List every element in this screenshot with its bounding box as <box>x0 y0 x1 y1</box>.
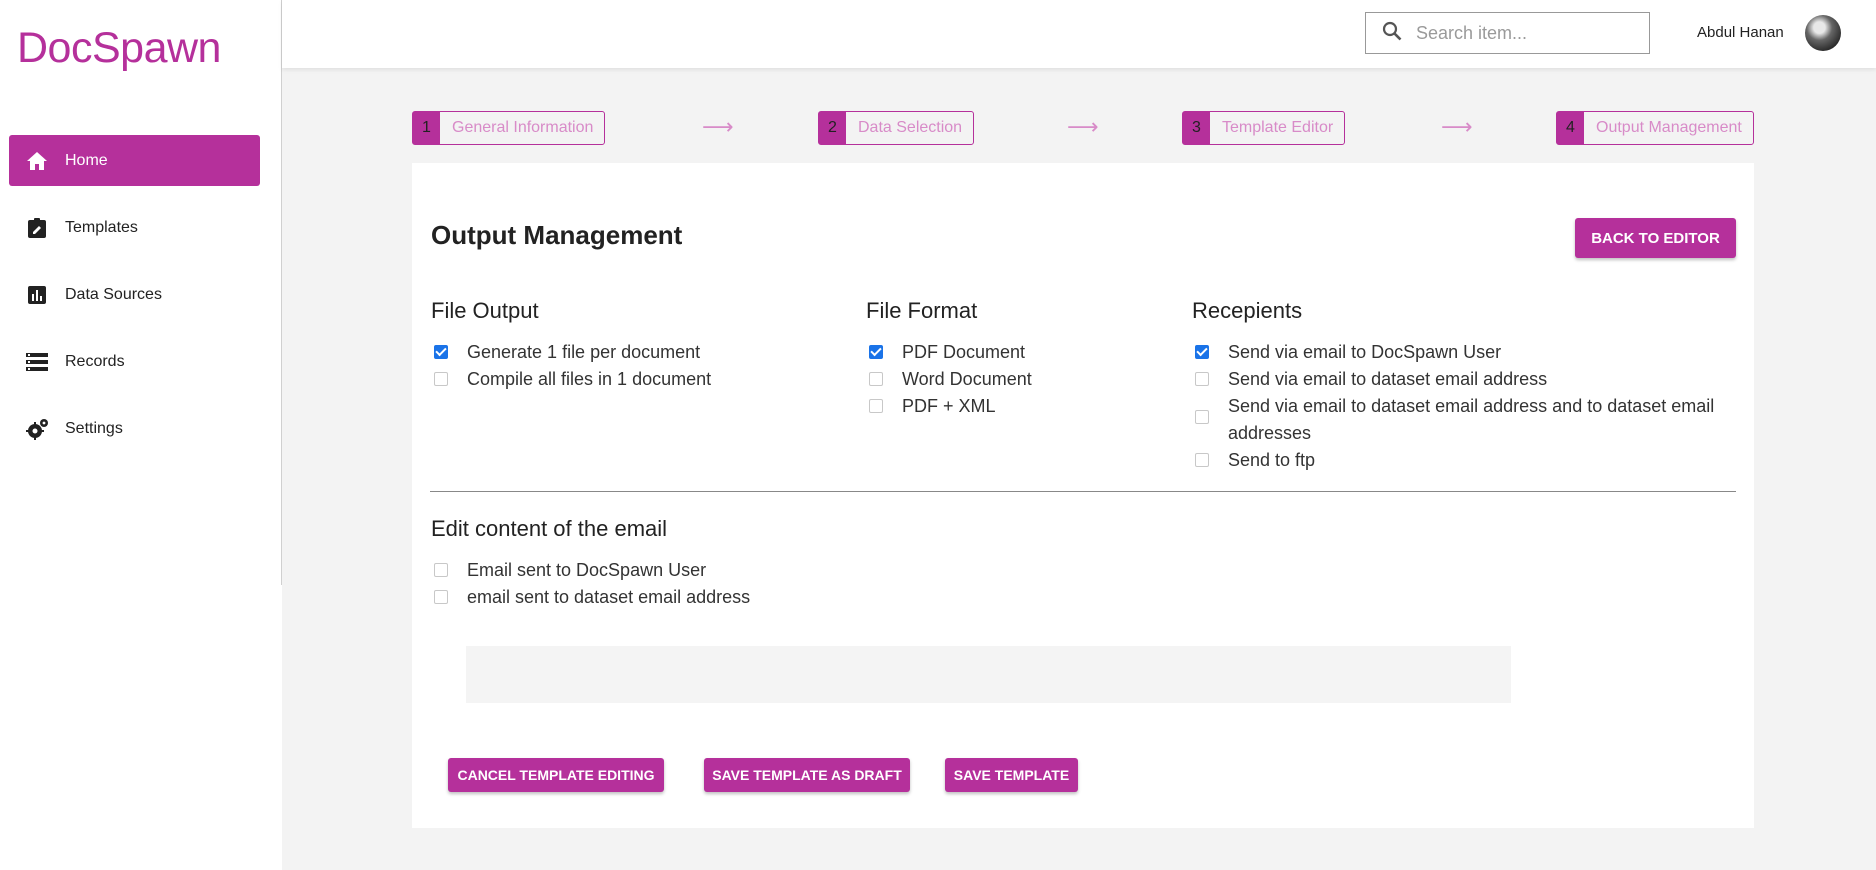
save-template-button[interactable]: SAVE TEMPLATE <box>945 758 1078 792</box>
option-label: Word Document <box>902 369 1032 389</box>
checkbox[interactable] <box>1195 453 1209 467</box>
step-number: 2 <box>819 112 846 144</box>
option-label: Send via email to DocSpawn User <box>1228 342 1502 362</box>
checkbox[interactable] <box>434 590 448 604</box>
search-box[interactable] <box>1365 12 1650 54</box>
step-arrow-icon: ⟶ <box>1067 114 1099 139</box>
sidebar-item-label: Records <box>65 352 125 370</box>
option-label: PDF Document <box>902 342 1026 362</box>
file-format-option[interactable]: PDF + XML <box>869 393 996 420</box>
email-content-heading: Edit content of the email <box>431 516 668 541</box>
sidebar-item-label: Home <box>65 151 108 169</box>
checkbox[interactable] <box>869 372 883 386</box>
save-template-draft-button[interactable]: SAVE TEMPLATE AS DRAFT <box>704 758 910 792</box>
checkbox[interactable] <box>434 372 448 386</box>
recipients-heading: Recepients <box>1192 298 1303 323</box>
back-to-editor-button[interactable]: BACK TO EDITOR <box>1575 218 1736 258</box>
option-label: email sent to dataset email address <box>467 587 751 607</box>
recipient-option[interactable]: Send via email to dataset email address <box>1195 366 1547 393</box>
sidebar-item-data-sources[interactable]: Data Sources <box>9 269 260 320</box>
sidebar-item-records[interactable]: Records <box>9 336 260 387</box>
sidebar-item-label: Templates <box>65 218 138 236</box>
step-number: 1 <box>413 112 440 144</box>
option-label: Send via email to dataset email address <box>1228 369 1548 389</box>
option-label: PDF + XML <box>902 396 996 416</box>
step-number: 4 <box>1557 112 1584 144</box>
option-label: Generate 1 file per document <box>467 342 701 362</box>
step-output-management[interactable]: 4 Output Management <box>1556 111 1754 145</box>
step-data-selection[interactable]: 2 Data Selection <box>818 111 975 145</box>
list-icon <box>25 350 49 374</box>
search-icon <box>1382 21 1402 46</box>
output-management-card: Output Management BACK TO EDITOR File Ou… <box>412 163 1754 828</box>
sidebar: DocSpawn Home Templates Data Sources Rec… <box>0 0 282 870</box>
file-format-option[interactable]: Word Document <box>869 366 1032 393</box>
clipboard-edit-icon <box>25 216 49 240</box>
step-label: Template Editor <box>1222 119 1334 136</box>
file-output-option[interactable]: Compile all files in 1 document <box>434 366 711 393</box>
checkbox[interactable] <box>1195 372 1209 386</box>
checkbox[interactable] <box>434 345 448 359</box>
email-content-option[interactable]: email sent to dataset email address <box>434 584 750 611</box>
app-logo[interactable]: DocSpawn <box>17 24 221 73</box>
avatar[interactable] <box>1805 15 1841 51</box>
sidebar-item-templates[interactable]: Templates <box>9 202 260 253</box>
email-content-option[interactable]: Email sent to DocSpawn User <box>434 557 706 584</box>
page-title: Output Management <box>431 220 683 250</box>
option-label: Send via email to dataset email address … <box>1228 396 1715 443</box>
option-label: Email sent to DocSpawn User <box>467 560 707 580</box>
checkbox[interactable] <box>434 563 448 577</box>
checkbox[interactable] <box>1195 345 1209 359</box>
gears-icon <box>25 417 49 441</box>
option-label: Compile all files in 1 document <box>467 369 712 389</box>
checkbox[interactable] <box>1195 410 1209 424</box>
step-general-information[interactable]: 1 General Information <box>412 111 606 145</box>
user-name[interactable]: Abdul Hanan <box>1697 24 1784 41</box>
email-editor-area[interactable] <box>466 646 1511 703</box>
step-template-editor[interactable]: 3 Template Editor <box>1182 111 1346 145</box>
recipient-option[interactable]: Send via email to dataset email address … <box>1195 393 1725 447</box>
sidebar-nav: Home Templates Data Sources Records Sett… <box>9 135 260 470</box>
file-format-heading: File Format <box>866 298 978 323</box>
section-divider <box>430 491 1736 492</box>
checkbox[interactable] <box>869 399 883 413</box>
sidebar-item-label: Data Sources <box>65 285 162 303</box>
step-label: Output Management <box>1596 119 1742 136</box>
step-label: General Information <box>452 119 594 136</box>
sidebar-item-settings[interactable]: Settings <box>9 403 260 454</box>
option-label: Send to ftp <box>1228 450 1316 470</box>
step-arrow-icon: ⟶ <box>702 114 734 139</box>
recipient-option[interactable]: Send to ftp <box>1195 447 1315 474</box>
checkbox[interactable] <box>869 345 883 359</box>
home-icon <box>25 149 49 173</box>
recipient-option[interactable]: Send via email to DocSpawn User <box>1195 339 1501 366</box>
step-label: Data Selection <box>858 119 963 136</box>
search-input[interactable] <box>1416 22 1616 44</box>
file-output-heading: File Output <box>431 298 539 323</box>
file-output-option[interactable]: Generate 1 file per document <box>434 339 700 366</box>
file-format-option[interactable]: PDF Document <box>869 339 1025 366</box>
step-number: 3 <box>1183 112 1210 144</box>
sidebar-item-home[interactable]: Home <box>9 135 260 186</box>
bar-chart-icon <box>25 283 49 307</box>
sidebar-item-label: Settings <box>65 419 123 437</box>
sidebar-divider <box>281 0 282 585</box>
cancel-template-editing-button[interactable]: CANCEL TEMPLATE EDITING <box>448 758 664 792</box>
step-arrow-icon: ⟶ <box>1441 114 1473 139</box>
